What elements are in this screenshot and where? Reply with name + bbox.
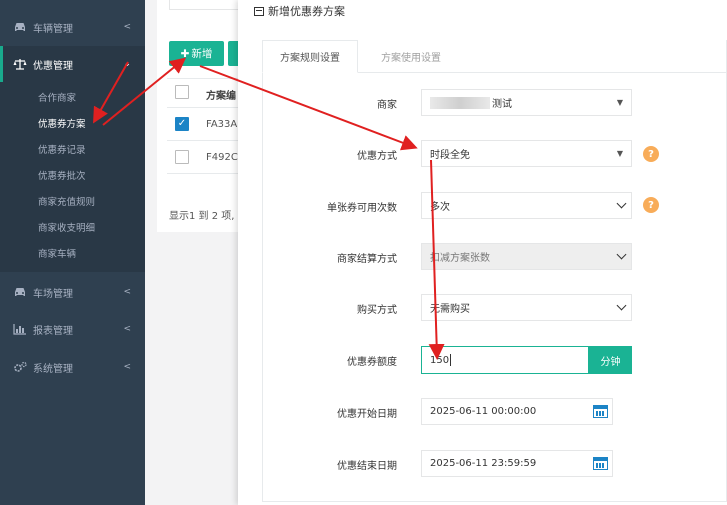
chevron-left-icon: < xyxy=(123,324,131,334)
plus-icon: ✚ xyxy=(180,47,190,60)
purchase-label: 购买方式 xyxy=(357,305,397,316)
submenu-recharge-rules[interactable]: 商家充值规则 xyxy=(38,194,95,208)
nav-parking-management[interactable]: 车场管理 < xyxy=(0,274,145,310)
chevron-left-icon: < xyxy=(123,22,131,32)
settlement-label: 商家结算方式 xyxy=(337,254,397,265)
nav-report-management[interactable]: 报表管理 < xyxy=(0,311,145,347)
calendar-icon[interactable] xyxy=(593,457,608,470)
text-cursor xyxy=(450,354,452,366)
chevron-down-icon xyxy=(616,198,627,209)
modal-tabs: 方案规则设置 方案使用设置 xyxy=(262,40,727,73)
submenu-coupon-batch[interactable]: 优惠券批次 xyxy=(38,168,86,182)
sidebar: 车辆管理 < 优惠管理 ⌄ 合作商家 优惠券方案 优惠券记录 优惠券批次 商家充… xyxy=(0,0,145,505)
pagination-info: 显示1 到 2 项, xyxy=(169,211,235,222)
car-icon xyxy=(13,286,27,298)
table-divider xyxy=(167,140,239,141)
caret-down-icon: ▼ xyxy=(616,98,623,107)
chevron-down-icon xyxy=(616,300,627,311)
start-date-input[interactable]: 2025-06-11 00:00:00 xyxy=(421,398,613,425)
chevron-left-icon: < xyxy=(123,287,131,297)
table-divider xyxy=(167,173,239,174)
merchant-label: 商家 xyxy=(377,100,397,111)
submenu-merchant-vehicles[interactable]: 商家车辆 xyxy=(38,246,76,260)
end-date-label: 优惠结束日期 xyxy=(337,461,397,472)
row-checkbox[interactable]: ✓ xyxy=(175,117,189,131)
add-coupon-plan-modal: 新增优惠券方案 方案规则设置 方案使用设置 商家 测试 ▼ 优惠方式 时段全免 … xyxy=(238,0,727,505)
tab-usage-settings[interactable]: 方案使用设置 xyxy=(362,40,460,73)
usage-count-select[interactable]: 多次 xyxy=(421,192,632,219)
row-checkbox[interactable] xyxy=(175,150,189,164)
cogs-icon xyxy=(13,361,27,373)
balance-scale-icon xyxy=(13,58,27,70)
select-all-checkbox[interactable] xyxy=(175,85,189,99)
submenu-coupon-records[interactable]: 优惠券记录 xyxy=(38,142,86,156)
purchase-select[interactable]: 无需购买 xyxy=(421,294,632,321)
quota-input[interactable]: 150 xyxy=(421,346,589,374)
table-header-plan-id: 方案编 xyxy=(206,91,236,102)
end-date-input[interactable]: 2025-06-11 23:59:59 xyxy=(421,450,613,477)
calendar-icon[interactable] xyxy=(593,405,608,418)
search-input[interactable] xyxy=(169,0,239,10)
chevron-down-icon xyxy=(616,249,627,260)
discount-type-select[interactable]: 时段全免 ▼ xyxy=(421,140,632,167)
add-button[interactable]: ✚ 新增 xyxy=(169,41,224,66)
nav-discount-management[interactable]: 优惠管理 ⌄ xyxy=(0,46,145,82)
quota-unit-addon: 分钟 xyxy=(589,346,632,374)
merchant-select[interactable]: 测试 ▼ xyxy=(421,89,632,116)
chevron-down-icon: ⌄ xyxy=(123,59,131,69)
discount-submenu: 合作商家 优惠券方案 优惠券记录 优惠券批次 商家充值规则 商家收支明细 商家车… xyxy=(0,82,145,272)
start-date-label: 优惠开始日期 xyxy=(337,409,397,420)
table-divider xyxy=(167,78,239,79)
modal-title: 新增优惠券方案 xyxy=(254,3,345,19)
window-icon xyxy=(254,6,264,16)
submenu-coupon-plan[interactable]: 优惠券方案 xyxy=(38,116,86,130)
table-divider xyxy=(167,107,239,108)
redacted-text xyxy=(430,96,490,109)
nav-system-management[interactable]: 系统管理 < xyxy=(0,349,145,385)
table-cell-plan-id: F492C xyxy=(206,152,238,163)
submenu-partner-merchant[interactable]: 合作商家 xyxy=(38,90,76,104)
submenu-income-details[interactable]: 商家收支明细 xyxy=(38,220,95,234)
caret-down-icon: ▼ xyxy=(616,149,623,158)
usage-count-label: 单张券可用次数 xyxy=(327,203,397,214)
help-icon[interactable]: ? xyxy=(643,146,659,162)
car-icon xyxy=(13,21,27,33)
quota-label: 优惠券额度 xyxy=(347,357,397,368)
list-panel xyxy=(157,0,239,232)
discount-type-label: 优惠方式 xyxy=(357,151,397,162)
help-icon[interactable]: ? xyxy=(643,197,659,213)
settlement-select[interactable]: 扣减方案张数 xyxy=(421,243,632,270)
table-cell-plan-id: FA33A xyxy=(206,119,238,130)
chevron-left-icon: < xyxy=(123,362,131,372)
nav-vehicle-management[interactable]: 车辆管理 < xyxy=(0,9,145,45)
tab-rule-settings[interactable]: 方案规则设置 xyxy=(262,40,358,73)
bar-chart-icon xyxy=(13,323,27,335)
